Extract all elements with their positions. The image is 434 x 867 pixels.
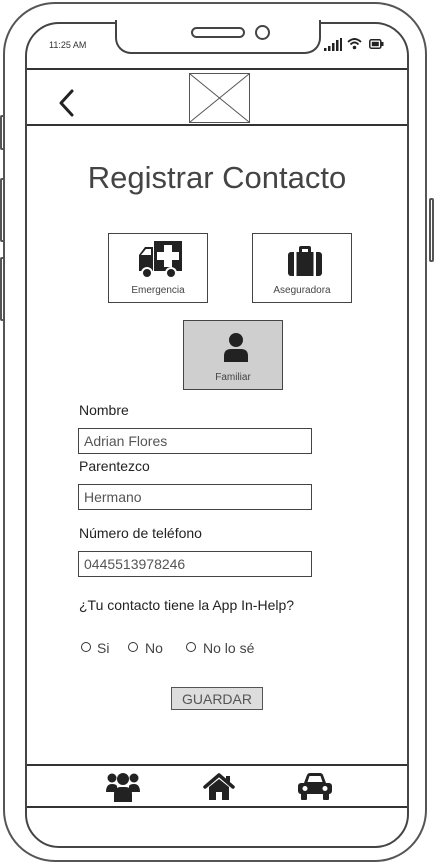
status-time: 11:25 AM — [49, 40, 87, 50]
save-button[interactable]: GUARDAR — [171, 687, 263, 710]
phone-input[interactable] — [78, 551, 312, 577]
chevron-left-icon[interactable] — [57, 89, 75, 117]
person-icon — [224, 333, 248, 362]
relationship-input[interactable] — [78, 484, 312, 510]
phone-label: Número de teléfono — [79, 525, 202, 541]
image-placeholder-icon — [189, 73, 250, 123]
category-emergencia[interactable]: Emergencia — [108, 233, 208, 303]
app-question-label: ¿Tu contacto tiene la App In-Help? — [79, 597, 295, 613]
page-title: Registrar Contacto — [87, 160, 347, 195]
radio-si-label: Si — [97, 640, 110, 656]
name-label: Nombre — [79, 402, 129, 418]
radio-no-label: No — [145, 640, 163, 656]
radio-no-lo-se-label: No lo sé — [203, 640, 255, 656]
radio-no-lo-se[interactable] — [186, 642, 196, 652]
category-label: Familiar — [215, 372, 251, 383]
side-button-left-bottom — [0, 257, 5, 321]
bottom-nav-top-divider — [27, 764, 407, 766]
home-icon[interactable] — [203, 773, 235, 801]
signal-icon — [324, 38, 342, 51]
side-button-left-middle — [0, 178, 5, 242]
side-button-right — [429, 198, 434, 262]
header-top-divider — [27, 68, 407, 70]
phone-camera — [255, 25, 270, 40]
group-icon[interactable] — [106, 770, 140, 802]
ambulance-icon — [139, 241, 182, 279]
header-bottom-divider — [27, 124, 407, 126]
briefcase-icon — [288, 246, 322, 276]
bottom-nav-bottom-divider — [27, 806, 407, 808]
wifi-icon — [347, 38, 362, 50]
battery-icon — [369, 39, 384, 49]
category-label: Aseguradora — [273, 285, 331, 296]
relationship-label: Parentezco — [79, 458, 150, 474]
radio-si[interactable] — [81, 642, 91, 652]
name-input[interactable] — [78, 428, 312, 454]
category-label: Emergencia — [131, 285, 185, 296]
phone-speaker — [191, 27, 245, 38]
radio-no[interactable] — [128, 642, 138, 652]
category-aseguradora[interactable]: Aseguradora — [252, 233, 352, 303]
car-icon[interactable] — [298, 773, 332, 801]
category-familiar[interactable]: Familiar — [183, 320, 283, 390]
side-button-left-top — [0, 115, 5, 150]
